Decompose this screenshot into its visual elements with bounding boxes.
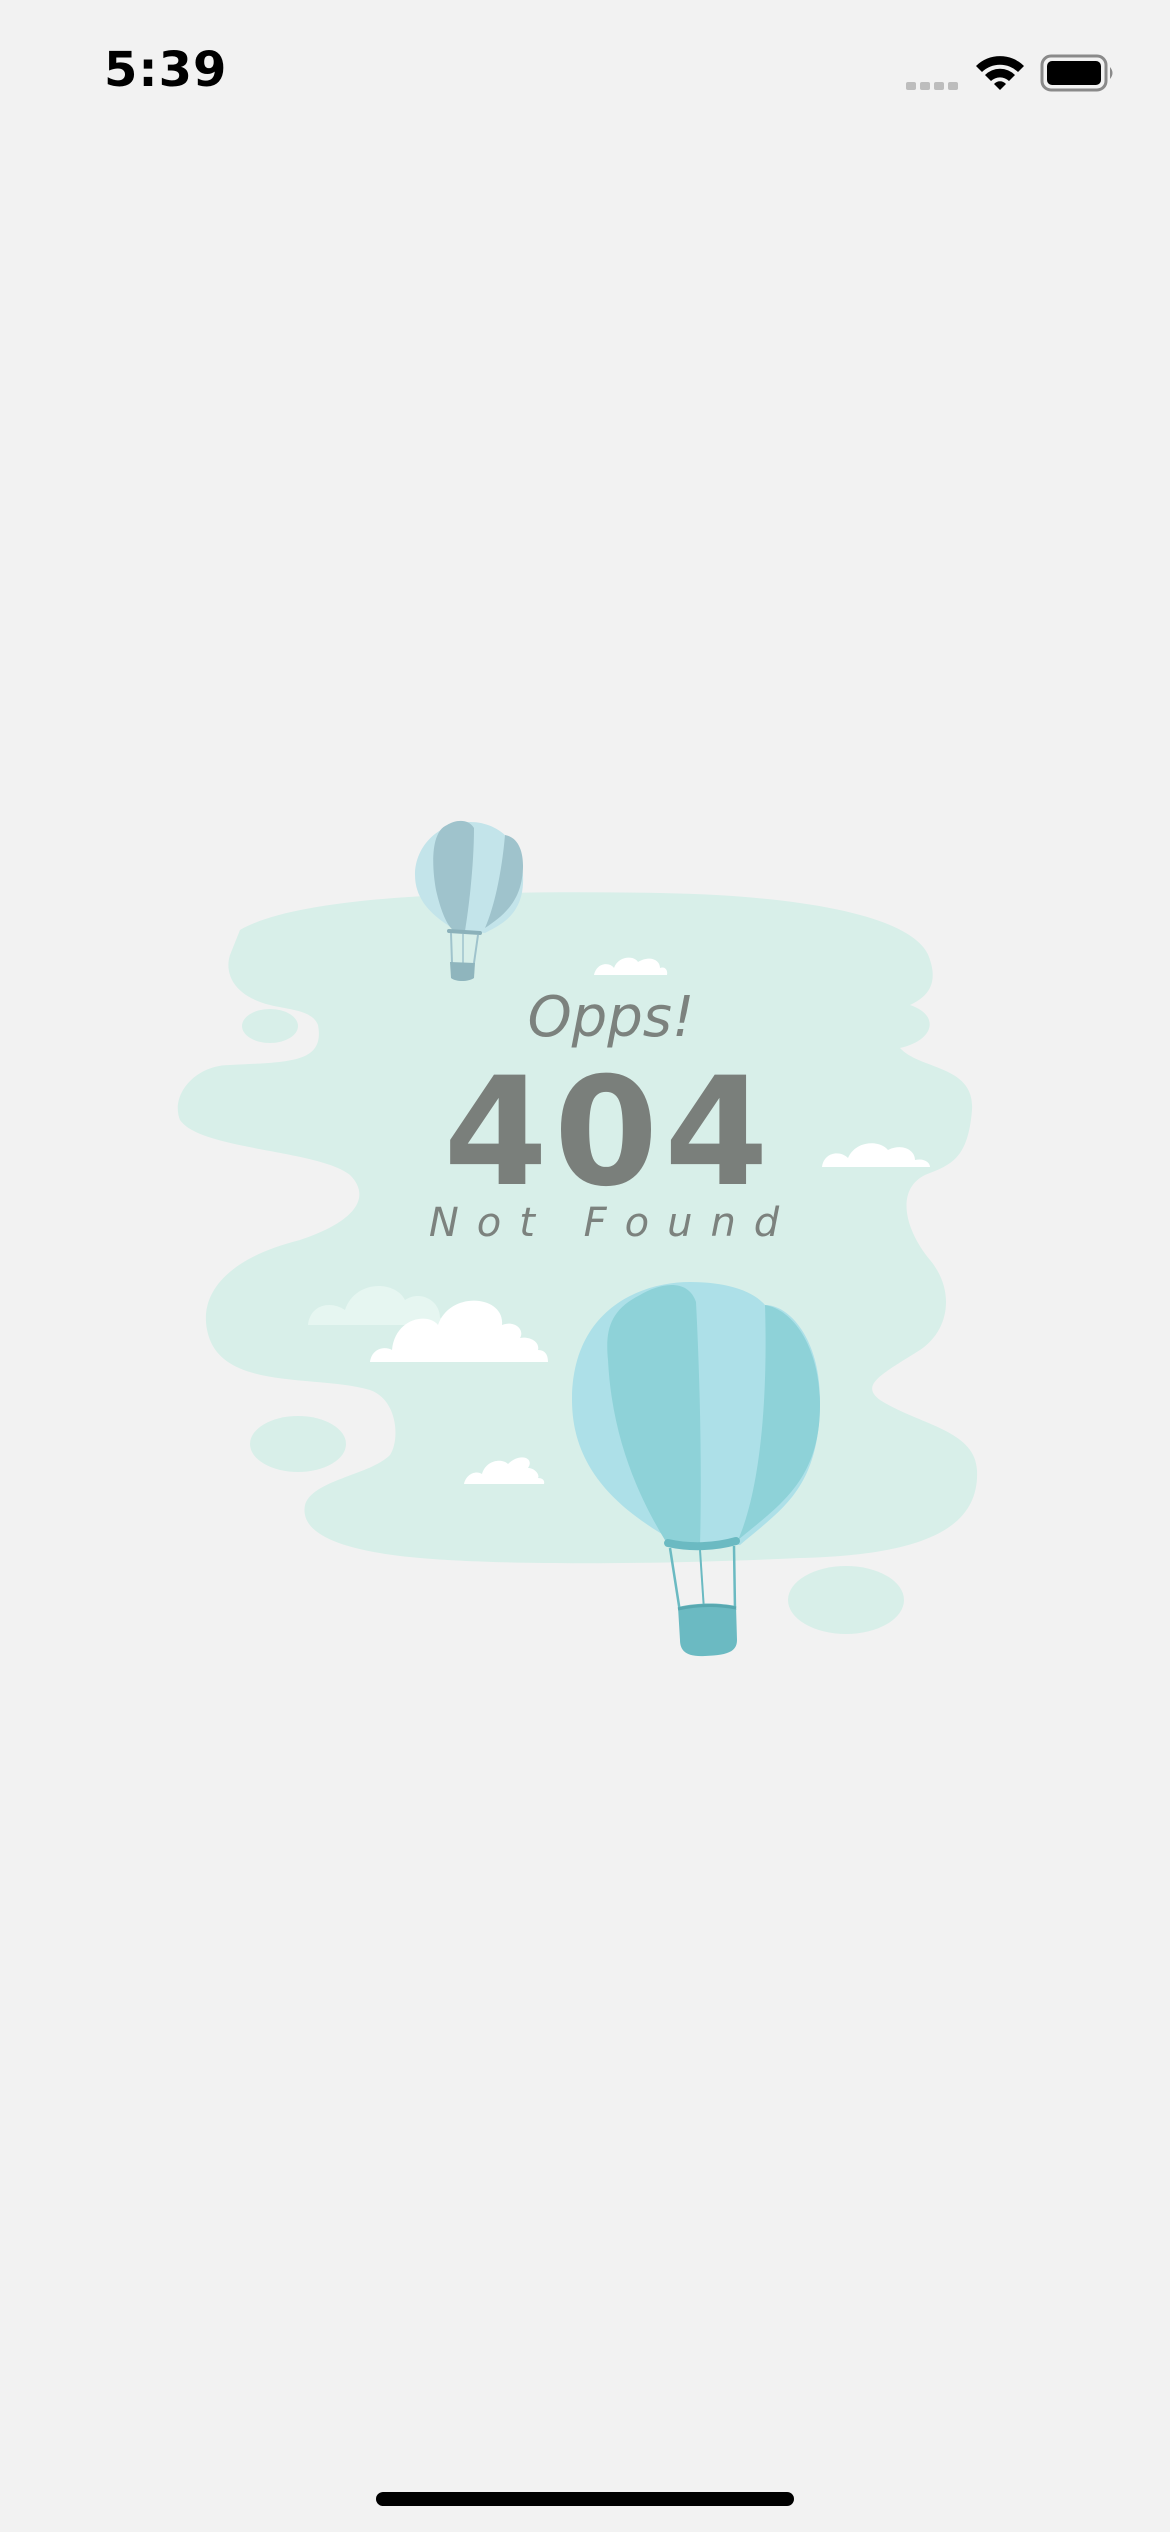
error-screen: 5:39 Opps! 404 Not Found (0, 0, 1170, 2532)
home-indicator[interactable] (376, 2492, 794, 2506)
large-balloon (572, 1282, 820, 1657)
error-message: Not Found (428, 1200, 798, 1246)
small-blob (788, 1566, 904, 1634)
error-exclamation: Opps! (527, 985, 695, 1050)
small-blob (250, 1416, 346, 1472)
balloon-illustration (177, 820, 978, 1657)
error-code: 404 (443, 1046, 775, 1220)
